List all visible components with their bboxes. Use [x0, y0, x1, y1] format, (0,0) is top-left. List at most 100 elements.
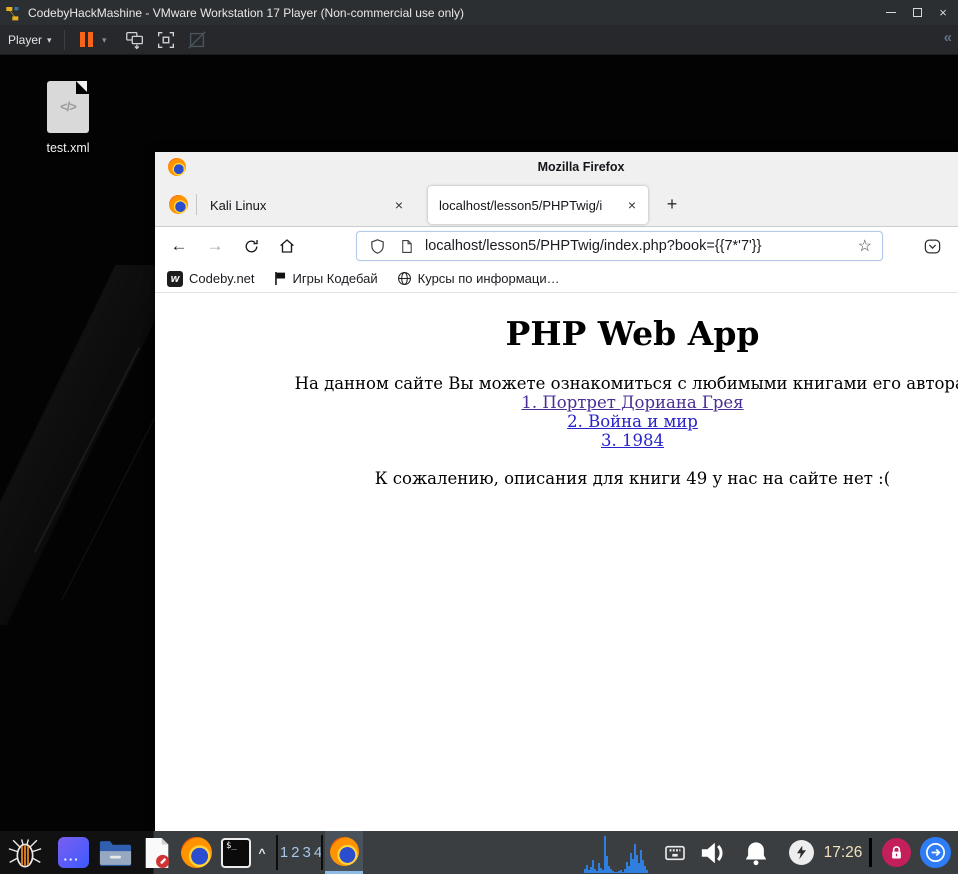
- firefox-window-button-active[interactable]: [325, 831, 363, 874]
- minimize-icon: [886, 11, 896, 14]
- workspace-1[interactable]: 1: [280, 844, 288, 861]
- vmware-toolbar: Player ▾ ▾ «: [0, 25, 958, 55]
- bookmark-label: Курсы по информаци…: [417, 271, 560, 286]
- tab-localhost-active[interactable]: localhost/lesson5/PHPTwig/i ×: [428, 186, 648, 224]
- pause-icon: [80, 32, 85, 47]
- workspace-switcher[interactable]: 1 2 3 4: [280, 831, 322, 874]
- cpu-bar: [646, 870, 648, 873]
- workspace-2[interactable]: 2: [291, 844, 299, 861]
- fullscreen-button[interactable]: [155, 29, 177, 51]
- bookmark-codeby[interactable]: w Codeby.net: [167, 270, 255, 287]
- logout-button[interactable]: [916, 831, 954, 874]
- tab-kali-linux[interactable]: Kali Linux ×: [200, 187, 415, 223]
- text-editor-launcher[interactable]: [139, 831, 175, 874]
- kali-taskbar: ··· $_ ^ 1 2 3 4 17:26: [0, 831, 958, 874]
- bookmark-label: Игры Кодебай: [292, 271, 378, 286]
- not-found-message: К сожалению, описания для книги 49 у нас…: [374, 469, 891, 488]
- close-icon: ×: [939, 5, 947, 20]
- navigation-toolbar: ← → localhost/lesson5/PHPTwig/index.php?…: [155, 227, 958, 265]
- cpu-graph: [584, 836, 648, 873]
- pause-icon: [88, 32, 93, 47]
- tracking-protection-shield-icon[interactable]: [369, 238, 386, 255]
- new-tab-button[interactable]: +: [659, 191, 685, 217]
- panel-divider: [276, 835, 278, 870]
- desktop-file-testxml[interactable]: </> test.xml: [34, 81, 102, 155]
- send-ctrl-alt-del-button[interactable]: [124, 29, 146, 51]
- maximize-icon: [912, 8, 922, 17]
- close-tab-icon[interactable]: ×: [622, 197, 642, 213]
- network-tray-icon[interactable]: [662, 831, 688, 874]
- unity-mode-button-disabled: [188, 31, 206, 49]
- kali-bug-icon: [8, 838, 42, 867]
- firefox-icon: [180, 837, 212, 868]
- book-link-3[interactable]: 3. 1984: [155, 431, 958, 450]
- chevron-down-icon: ▾: [102, 35, 107, 45]
- battery-icon: [788, 840, 814, 865]
- tab-label: localhost/lesson5/PHPTwig/i: [439, 197, 622, 213]
- clock[interactable]: 17:26: [818, 831, 868, 874]
- web-page-content: PHP Web App На данном сайте Вы можете оз…: [155, 293, 958, 831]
- lock-screen-button[interactable]: [879, 831, 913, 874]
- close-button[interactable]: ×: [930, 0, 956, 25]
- purple-app-icon: ···: [57, 837, 89, 868]
- url-text[interactable]: localhost/lesson5/PHPTwig/index.php?book…: [425, 238, 761, 254]
- bookmark-games[interactable]: Игры Кодебай: [274, 271, 378, 286]
- panel-expand-chevron[interactable]: ^: [252, 831, 272, 874]
- codeby-icon: w: [167, 270, 183, 287]
- home-button[interactable]: [273, 232, 301, 260]
- terminal-icon: $_: [221, 837, 251, 868]
- page-info-icon[interactable]: [399, 239, 414, 254]
- power-manager-tray-icon[interactable]: [787, 831, 815, 874]
- url-bar[interactable]: localhost/lesson5/PHPTwig/index.php?book…: [356, 231, 883, 261]
- maximize-button[interactable]: [904, 0, 930, 25]
- bookmark-label: Codeby.net: [189, 271, 255, 286]
- tab-label: Kali Linux: [210, 197, 267, 213]
- minimize-button[interactable]: [878, 0, 904, 25]
- book-link-1[interactable]: 1. Портрет Дориана Грея: [155, 393, 958, 412]
- intro-text: На данном сайте Вы можете ознакомиться с…: [294, 374, 958, 393]
- reload-button[interactable]: [237, 232, 265, 260]
- firefox-titlebar[interactable]: Mozilla Firefox: [155, 152, 958, 182]
- code-glyph: </>: [60, 99, 77, 114]
- folder-icon: [99, 840, 131, 866]
- firefox-icon: [168, 158, 186, 176]
- file-manager-launcher[interactable]: [97, 831, 133, 874]
- back-button[interactable]: ←: [165, 232, 193, 260]
- notifications-tray-icon[interactable]: [740, 831, 772, 874]
- logout-icon: [919, 837, 951, 868]
- tab-bar: Kali Linux × localhost/lesson5/PHPTwig/i…: [155, 182, 958, 227]
- terminal-launcher[interactable]: $_: [218, 831, 254, 874]
- desktop-file-label: test.xml: [46, 141, 90, 155]
- workspace-3[interactable]: 3: [303, 844, 311, 861]
- text-editor-icon: [145, 837, 170, 868]
- lock-icon: [881, 838, 911, 867]
- bookmarks-toolbar: w Codeby.net Игры Кодебай Курсы по инфор…: [155, 265, 958, 293]
- home-icon: [280, 239, 294, 253]
- book-link-2[interactable]: 2. Война и мир: [155, 412, 958, 431]
- close-tab-icon[interactable]: ×: [389, 197, 409, 213]
- show-desktop-launcher[interactable]: ···: [55, 831, 91, 874]
- firefox-icon: [329, 836, 359, 866]
- page-title: PHP Web App: [505, 314, 760, 353]
- suspend-vm-button[interactable]: [80, 32, 93, 47]
- vmware-player-icon: [6, 6, 19, 20]
- globe-icon: [397, 272, 411, 285]
- applications-menu-button[interactable]: [0, 831, 50, 874]
- save-to-pocket-icon[interactable]: [923, 237, 942, 256]
- reload-icon: [245, 239, 258, 252]
- bookmark-star-icon[interactable]: ☆: [858, 236, 872, 256]
- bookmark-courses[interactable]: Курсы по информаци…: [397, 271, 560, 286]
- panel-divider: [321, 835, 323, 870]
- flag-icon: [274, 272, 285, 285]
- firefox-view-icon[interactable]: [169, 195, 188, 214]
- toolbar-divider: [64, 30, 65, 50]
- vmware-window-title: CodebyHackMashine - VMware Workstation 1…: [28, 5, 464, 20]
- forward-button[interactable]: →: [201, 232, 229, 260]
- xml-file-icon: </>: [47, 81, 89, 133]
- vm-desktop: </> test.xml Mozilla Firefox Kali Linux …: [0, 55, 958, 874]
- vmware-titlebar: CodebyHackMashine - VMware Workstation 1…: [0, 0, 958, 25]
- player-menu[interactable]: Player ▾: [8, 30, 52, 50]
- volume-tray-icon[interactable]: [696, 831, 730, 874]
- collapse-toolbar-button[interactable]: «: [944, 29, 952, 46]
- firefox-launcher[interactable]: [178, 831, 214, 874]
